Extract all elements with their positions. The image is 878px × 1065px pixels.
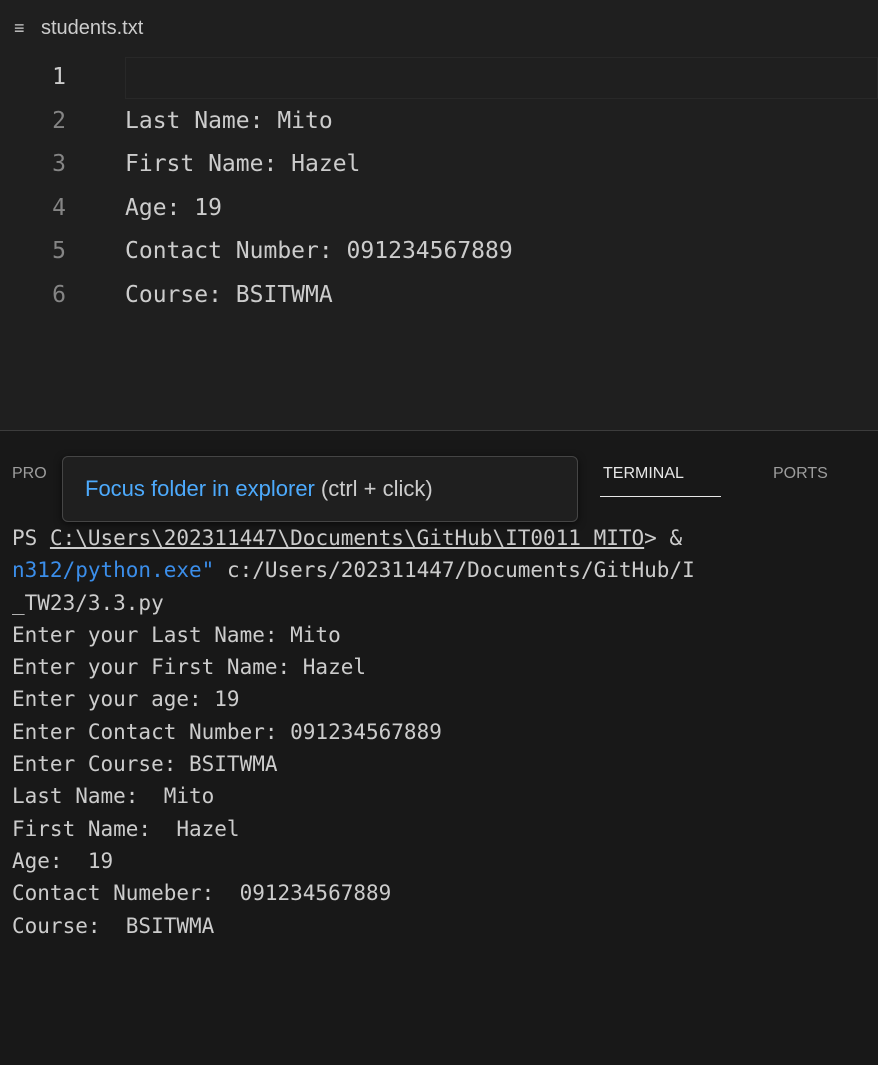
line-text: Age: 19 xyxy=(125,194,222,221)
line-number: 1 xyxy=(52,64,66,90)
terminal-line: n312/python.exe" c:/Users/202311447/Docu… xyxy=(12,554,878,586)
line-text: First Name: Hazel xyxy=(125,151,361,177)
tooltip-hint: (ctrl + click) xyxy=(320,476,433,501)
prompt-suffix: > & xyxy=(644,526,683,550)
code-line[interactable]: 4 Age: 19 xyxy=(0,187,878,231)
terminal-line: Age: 19 xyxy=(12,848,114,873)
line-text: Course: BSITWMA xyxy=(125,281,333,308)
line-number: 4 xyxy=(52,194,66,221)
line-text: Last Name: Mito xyxy=(125,107,333,134)
terminal-line: Enter Course: BSITWMA xyxy=(12,752,278,777)
current-line-highlight xyxy=(125,57,878,99)
code-line[interactable]: 1 xyxy=(0,56,878,100)
command-arg: c:/Users/202311447/Documents/GitHub/I xyxy=(214,558,695,583)
tab-problems[interactable]: PRO xyxy=(12,465,47,483)
code-line[interactable]: 2 Last Name: Mito xyxy=(0,100,878,144)
prompt-prefix: PS xyxy=(12,526,50,550)
terminal-line: Last Name: Mito xyxy=(12,784,215,809)
tooltip-link[interactable]: Focus folder in explorer xyxy=(85,476,315,502)
terminal-line: Enter your age: 19 xyxy=(12,687,240,712)
prompt-path-link[interactable]: C:\Users\202311447\Documents\GitHub\IT00… xyxy=(50,526,644,550)
terminal-prompt-line: PS C:\Users\202311447\Documents\GitHub\I… xyxy=(12,522,878,554)
code-line[interactable]: 5 Contact Number: 091234567889 xyxy=(0,230,878,274)
editor-tab[interactable]: ≡ students.txt xyxy=(0,0,878,56)
tab-ports[interactable]: PORTS xyxy=(773,465,828,483)
code-line[interactable]: 3 First Name: Hazel xyxy=(0,143,878,187)
command-string: n312/python.exe" xyxy=(12,558,215,583)
tab-terminal[interactable]: TERMINAL xyxy=(603,465,684,483)
code-line[interactable]: 6 Course: BSITWMA xyxy=(0,274,878,318)
line-number: 3 xyxy=(52,151,66,177)
terminal-line: Contact Numeber: 091234567889 xyxy=(12,881,392,906)
terminal-line: Enter Contact Number: 091234567889 xyxy=(12,719,442,744)
terminal-line: Enter your First Name: Hazel xyxy=(12,655,367,680)
terminal-line: Enter your Last Name: Mito xyxy=(12,622,341,647)
lines-icon: ≡ xyxy=(14,17,25,38)
editor-pane: ≡ students.txt 1 2 Last Name: Mito 3 Fir… xyxy=(0,0,878,430)
terminal-output[interactable]: PS C:\Users\202311447\Documents\GitHub\I… xyxy=(12,522,878,942)
line-number: 5 xyxy=(52,238,66,264)
line-number: 6 xyxy=(52,281,66,308)
hover-tooltip: Focus folder in explorer (ctrl + click) xyxy=(62,456,578,522)
active-tab-underline xyxy=(600,496,721,497)
line-number: 2 xyxy=(52,107,66,134)
file-name: students.txt xyxy=(41,16,144,39)
line-text: Contact Number: 091234567889 xyxy=(125,238,513,264)
terminal-line: Course: BSITWMA xyxy=(12,913,215,938)
terminal-line: First Name: Hazel xyxy=(12,816,240,841)
code-lines[interactable]: 1 2 Last Name: Mito 3 First Name: Hazel … xyxy=(0,56,878,317)
terminal-line: _TW23/3.3.py xyxy=(12,590,164,615)
